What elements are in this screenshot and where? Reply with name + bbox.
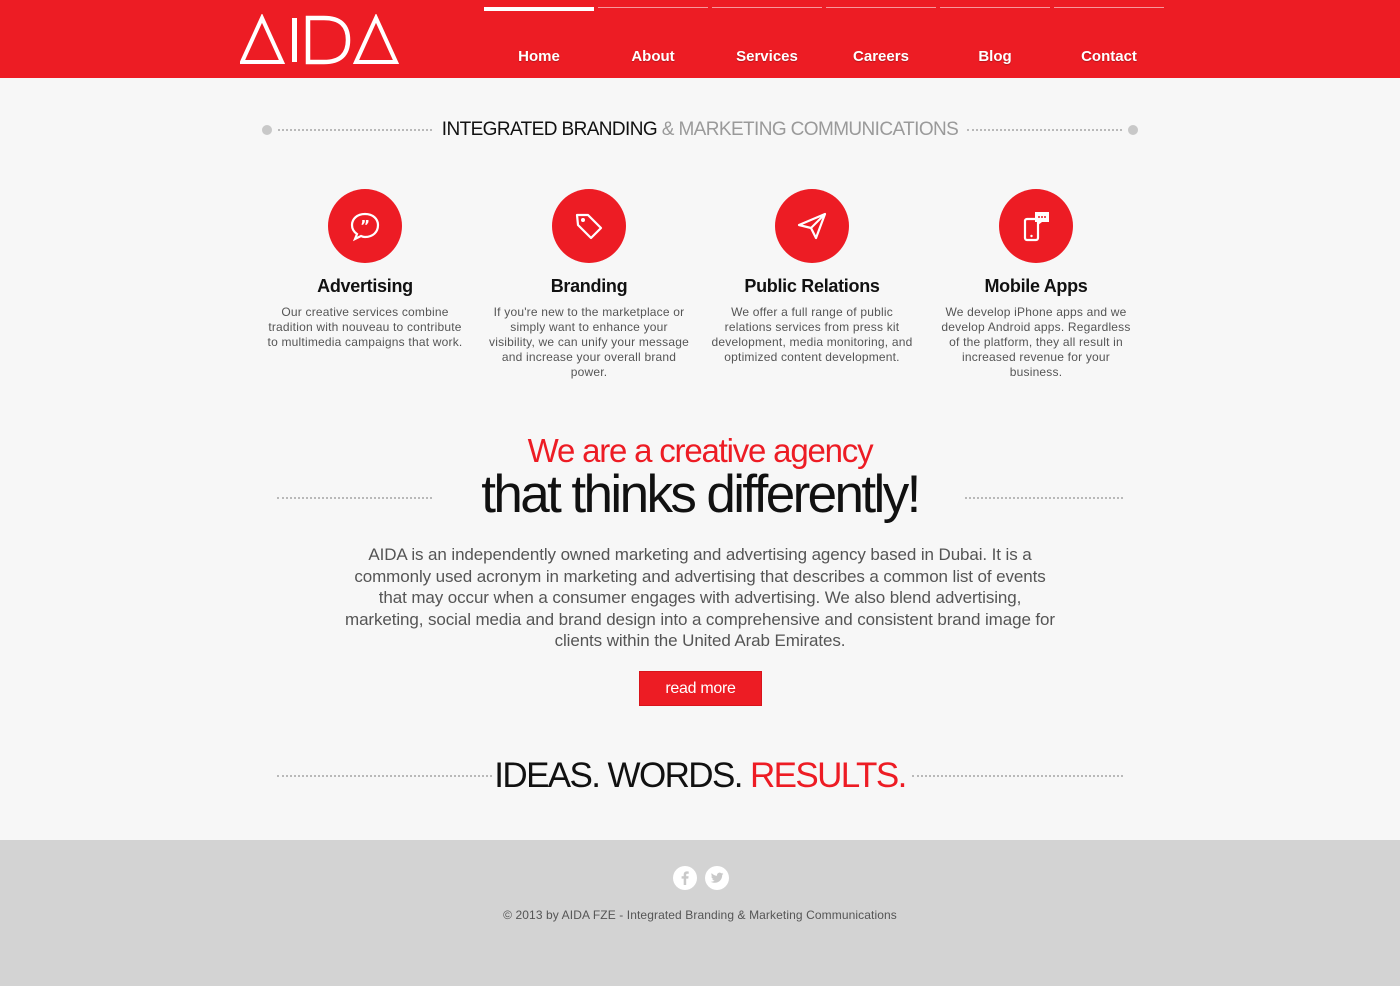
nav-item-careers[interactable]: Careers	[826, 0, 936, 78]
svg-text:”: ”	[360, 217, 370, 235]
mobile-chat-icon[interactable]	[999, 189, 1073, 263]
nav-divider	[598, 7, 708, 8]
tagline-primary: INTEGRATED BRANDING	[441, 119, 658, 140]
aida-logo[interactable]	[238, 13, 400, 66]
nav-divider	[826, 7, 936, 8]
nav-item-services[interactable]: Services	[712, 0, 822, 78]
nav-item-contact[interactable]: Contact	[1054, 0, 1164, 78]
price-tag-icon[interactable]	[552, 189, 626, 263]
nav-label: Blog	[978, 48, 1012, 65]
ideas-slogan: IDEAS. WORDS. RESULTS.	[0, 756, 1400, 796]
nav-label: Home	[518, 48, 560, 65]
tagline-secondary: & MARKETING COMMUNICATIONS	[657, 119, 959, 140]
facebook-icon[interactable]	[673, 866, 697, 890]
service-title: Advertising	[317, 276, 413, 296]
service-title: Mobile Apps	[984, 276, 1088, 296]
nav-divider	[1054, 7, 1164, 8]
nav-label: About	[631, 48, 675, 65]
nav-divider	[712, 7, 822, 8]
tagline-row: INTEGRATED BRANDING & MARKETING COMMUNIC…	[262, 118, 1138, 142]
twitter-icon[interactable]	[705, 866, 729, 890]
nav-label: Careers	[853, 48, 909, 65]
paper-plane-icon[interactable]	[775, 189, 849, 263]
dotted-divider	[967, 129, 1122, 131]
service-description: We offer a full range of public relation…	[711, 305, 913, 364]
slogan-red: RESULTS.	[749, 756, 907, 795]
service-mobile-apps: Mobile Apps We develop iPhone apps and w…	[931, 189, 1141, 380]
nav-item-about[interactable]: About	[598, 0, 708, 78]
dotted-divider	[965, 497, 1123, 499]
site-footer: © 2013 by AIDA FZE - Integrated Branding…	[0, 840, 1400, 986]
service-description: We develop iPhone apps and we develop An…	[941, 305, 1131, 379]
service-description: If you're new to the marketplace or simp…	[489, 305, 689, 379]
speech-bubble-quote-icon[interactable]: ”	[328, 189, 402, 263]
site-header: Home About Services Careers Blog Contact	[0, 0, 1400, 78]
nav-label: Services	[736, 48, 798, 65]
main-nav: Home About Services Careers Blog Contact	[484, 0, 1168, 78]
nav-item-blog[interactable]: Blog	[940, 0, 1050, 78]
service-title: Branding	[550, 276, 628, 296]
slogan-black: IDEAS. WORDS.	[494, 756, 750, 795]
agency-headline-black: that thinks differently!	[481, 465, 921, 524]
service-title: Public Relations	[744, 276, 880, 296]
nav-active-indicator	[484, 7, 594, 11]
service-public-relations: Public Relations We offer a full range o…	[707, 189, 917, 365]
service-branding: Branding If you're new to the marketplac…	[484, 189, 694, 380]
copyright-text: © 2013 by AIDA FZE - Integrated Branding…	[503, 908, 897, 922]
nav-divider	[940, 7, 1050, 8]
service-advertising: ” Advertising Our creative services comb…	[260, 189, 470, 350]
nav-item-home[interactable]: Home	[484, 0, 594, 78]
about-text: AIDA is an independently owned marketing…	[345, 545, 1055, 650]
dotted-divider	[912, 775, 1123, 777]
read-more-button[interactable]: read more	[639, 671, 762, 706]
dot-right	[1128, 125, 1138, 135]
service-description: Our creative services combine tradition …	[267, 305, 463, 349]
nav-label: Contact	[1081, 48, 1137, 65]
